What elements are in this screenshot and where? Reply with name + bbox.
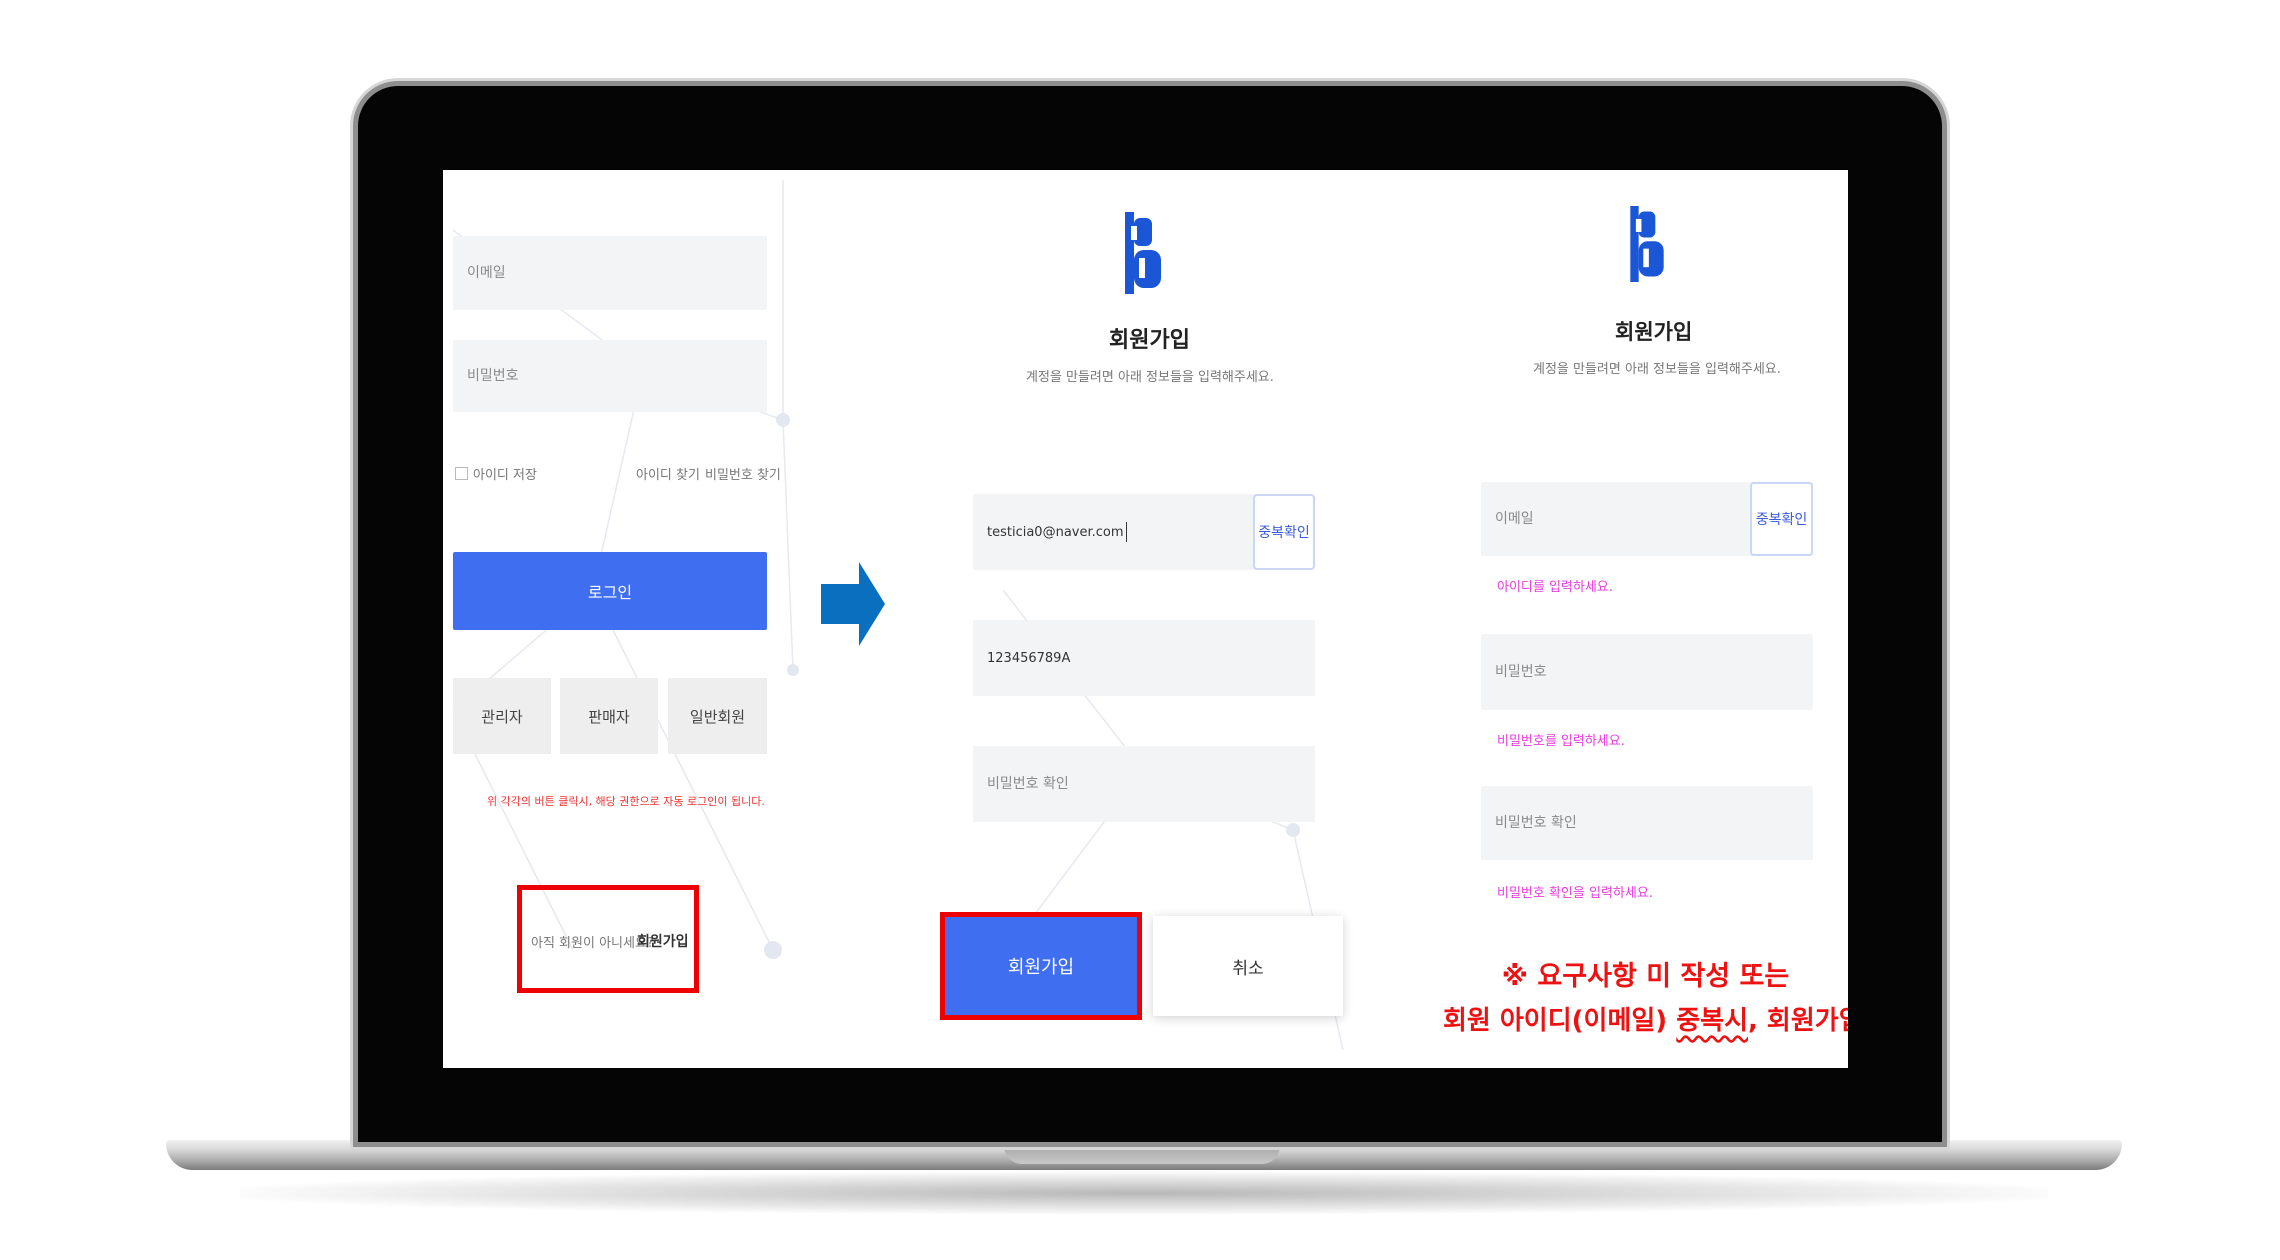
signup-title: 회원가입	[1109, 328, 1190, 353]
password-hint: 비밀번호를 입력하세요.	[1497, 734, 1625, 749]
find-id-link[interactable]: 아이디 찾기	[636, 464, 700, 483]
validation-password-field[interactable]: 비밀번호	[1481, 634, 1813, 710]
validation-duplicate-check-button[interactable]: 중복확인	[1750, 482, 1813, 556]
validation-title: 회원가입	[1615, 320, 1693, 344]
signup-password-value: 123456789A	[987, 650, 1071, 666]
signup-password-field[interactable]: 123456789A	[973, 620, 1315, 696]
password-field[interactable]: 비밀번호	[453, 340, 767, 412]
laptop-notch	[1004, 1140, 1280, 1164]
signup-password-confirm-field[interactable]: 비밀번호 확인	[973, 746, 1315, 822]
validation-password-placeholder: 비밀번호	[1495, 664, 1547, 680]
email-placeholder: 이메일	[467, 265, 506, 281]
cancel-button[interactable]: 취소	[1153, 916, 1343, 1016]
signup-subtitle: 계정을 만들려면 아래 정보들을 입력해주세요.	[1026, 370, 1274, 385]
notice-line-2: 회원 아이디(이메일) 중복시, 회원가입 불가	[1443, 1000, 1848, 1037]
validation-password-confirm-placeholder: 비밀번호 확인	[1495, 815, 1577, 831]
signup-password-confirm-placeholder: 비밀번호 확인	[987, 776, 1069, 792]
admin-role-button[interactable]: 관리자	[453, 678, 551, 754]
password-confirm-hint: 비밀번호 확인을 입력하세요.	[1497, 886, 1653, 901]
email-field[interactable]: 이메일	[453, 236, 767, 310]
find-password-link[interactable]: 비밀번호 찾기	[705, 464, 781, 483]
notice-line-2-part-2: , 회원가입 불가	[1748, 1006, 1848, 1036]
password-placeholder: 비밀번호	[467, 368, 519, 384]
email-hint: 아이디를 입력하세요.	[1497, 580, 1613, 595]
signup-button-highlight-box	[940, 912, 1142, 1020]
notice-underlined-word: 중복시	[1676, 1006, 1748, 1036]
signup-email-value: testicia0@naver.com	[987, 524, 1124, 540]
validation-subtitle: 계정을 만들려면 아래 정보들을 입력해주세요.	[1533, 362, 1781, 377]
b-logo-icon	[1125, 212, 1161, 294]
duplicate-check-button[interactable]: 중복확인	[1253, 494, 1315, 570]
laptop-lid: 이메일 비밀번호 아이디 저장 아이디 찾기 비밀번호 찾기 로그인 관리자 판…	[358, 86, 1942, 1142]
validation-email-placeholder: 이메일	[1495, 511, 1534, 527]
role-notice: 위 각각의 버튼 클릭시, 해당 권한으로 자동 로그인이 됩니다.	[487, 795, 765, 808]
member-role-button[interactable]: 일반회원	[668, 678, 767, 754]
login-button[interactable]: 로그인	[453, 552, 767, 630]
signup-link[interactable]: 회원가입	[637, 931, 689, 951]
b-logo-icon	[1630, 206, 1664, 282]
right-arrow-icon	[821, 562, 885, 646]
laptop-screen: 이메일 비밀번호 아이디 저장 아이디 찾기 비밀번호 찾기 로그인 관리자 판…	[443, 170, 1848, 1068]
remember-id-label: 아이디 저장	[473, 468, 537, 483]
not-member-text: 아직 회원이 아니세요?	[531, 936, 654, 951]
text-cursor	[1125, 522, 1127, 542]
seller-role-button[interactable]: 판매자	[560, 678, 658, 754]
validation-password-confirm-field[interactable]: 비밀번호 확인	[1481, 786, 1813, 860]
notice-line-1: ※ 요구사항 미 작성 또는	[1501, 961, 1790, 992]
notice-line-2-part-1: 회원 아이디(이메일)	[1443, 1006, 1677, 1036]
remember-id-checkbox[interactable]	[455, 467, 468, 480]
laptop-shadow	[240, 1172, 2048, 1214]
